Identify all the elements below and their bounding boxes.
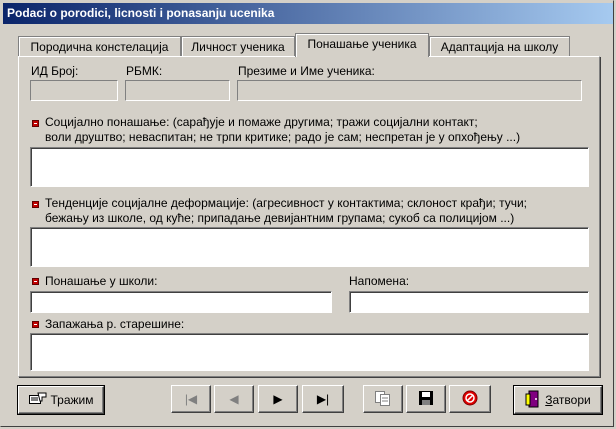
save-button[interactable] — [406, 385, 446, 413]
save-icon — [418, 390, 434, 409]
close-button[interactable]: Затвори — [514, 386, 602, 414]
bullet-icon — [32, 278, 39, 285]
no-entry-icon — [462, 390, 478, 409]
teacher-observations-input[interactable] — [30, 333, 589, 371]
social-deformation-label-line2: бежању из школе, од куће; припадање деви… — [45, 211, 515, 225]
last-icon: ▶| — [316, 392, 330, 406]
copy-button[interactable] — [363, 385, 403, 413]
cancel-button[interactable] — [449, 385, 491, 413]
bullet-icon — [32, 201, 39, 208]
previous-record-button[interactable]: ◀ — [214, 385, 254, 413]
tab-student-behavior[interactable]: Понашање ученика — [295, 33, 429, 57]
next-record-button[interactable]: ▶ — [258, 385, 298, 413]
tab-student-personality[interactable]: Личност ученика — [181, 36, 295, 57]
school-behavior-input[interactable] — [30, 291, 332, 313]
social-deformation-label-line1: Тенденције социјалне деформације: (агрес… — [45, 196, 527, 210]
close-accel-letter: З — [545, 393, 553, 407]
student-name-label: Презиме и Име ученика: — [238, 64, 375, 78]
rbmk-label: РБМК: — [126, 64, 163, 78]
door-exit-icon — [525, 390, 541, 411]
search-button[interactable]: Тражим — [18, 386, 104, 414]
search-button-label: Тражим — [50, 393, 94, 407]
first-icon: |◀ — [184, 392, 198, 406]
rbmk-field — [125, 80, 230, 101]
first-record-button[interactable]: |◀ — [171, 385, 211, 413]
previous-icon: ◀ — [229, 392, 239, 406]
social-behavior-label-line2: воли друштво; неваспитан; не трпи критик… — [45, 130, 521, 144]
tab-school-adaptation[interactable]: Адаптација на школу — [429, 36, 570, 57]
last-record-button[interactable]: ▶| — [302, 385, 344, 413]
close-button-label: Затвори — [545, 393, 590, 407]
search-pointer-icon — [28, 392, 47, 409]
bullet-icon — [32, 120, 39, 127]
student-name-field — [237, 80, 582, 101]
social-behavior-label-line1: Социјално понашање: (сарађује и помаже д… — [45, 115, 478, 129]
title-bar: Podaci o porodici, licnosti i ponasanju … — [3, 3, 613, 24]
social-behavior-input[interactable] — [30, 147, 589, 187]
tab-family-constellation[interactable]: Породична констелација — [18, 36, 181, 57]
close-label-rest: атвори — [552, 393, 591, 407]
school-behavior-label: Понашање у школи: — [45, 274, 158, 288]
note-input[interactable] — [349, 291, 589, 313]
dialog-window: Podaci o porodici, licnosti i ponasanju … — [0, 0, 614, 427]
social-deformation-input[interactable] — [30, 227, 589, 267]
next-icon: ▶ — [273, 392, 283, 406]
teacher-observations-label: Запажања р. старешине: — [45, 317, 185, 331]
id-label: ИД Број: — [31, 64, 79, 78]
bullet-icon — [32, 321, 39, 328]
copy-icon — [374, 390, 392, 409]
id-field — [30, 80, 118, 101]
note-label: Напомена: — [349, 274, 410, 288]
